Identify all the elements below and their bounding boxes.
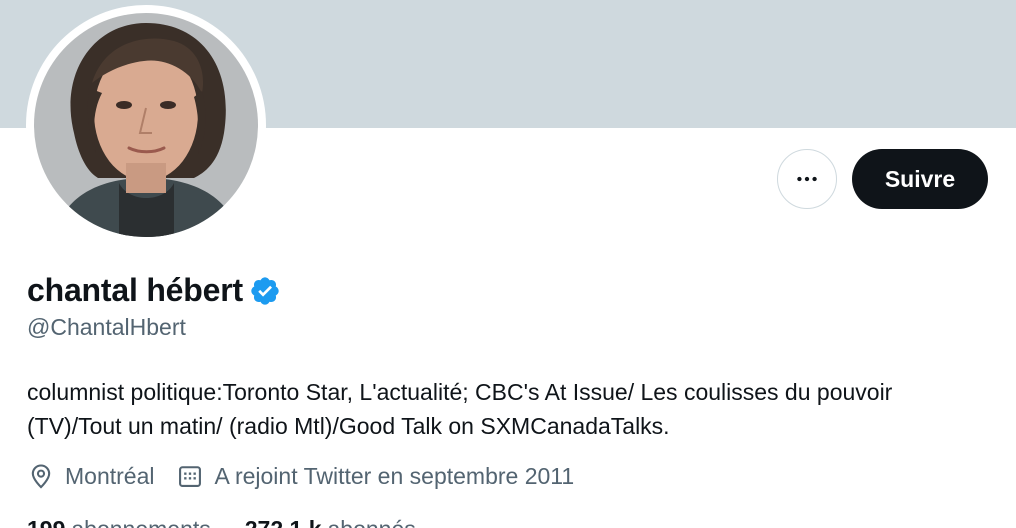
location-pin-icon — [31, 464, 51, 489]
joined-text: A rejoint Twitter en septembre 2011 — [214, 462, 575, 489]
profile-bio: columnist politique:Toronto Star, L'actu… — [27, 379, 893, 439]
following-count: 199 — [27, 516, 65, 528]
followers-link[interactable]: 272,1 k abonnés — [245, 516, 416, 528]
followers-label: abonnés — [328, 516, 416, 528]
profile-meta: Montréal A rejoint Twitter en septembre … — [27, 462, 596, 490]
profile-handle: @ChantalHbert — [27, 314, 186, 340]
profile-name-row: chantal hébert — [27, 272, 281, 309]
location-text: Montréal — [65, 462, 155, 489]
more-horizontal-icon — [797, 176, 817, 182]
avatar[interactable] — [34, 13, 258, 237]
joined-item: A rejoint Twitter en septembre 2011 — [176, 462, 574, 490]
follow-button[interactable]: Suivre — [852, 149, 988, 209]
location-item: Montréal — [27, 462, 154, 490]
following-link[interactable]: 199 abonnements — [27, 516, 211, 528]
verified-badge-icon[interactable] — [249, 275, 281, 307]
avatar-photo — [34, 13, 258, 237]
display-name: chantal hébert — [27, 272, 243, 308]
calendar-icon — [179, 466, 202, 487]
following-label: abonnements — [71, 516, 210, 528]
avatar-frame — [26, 5, 266, 245]
more-options-button[interactable] — [777, 149, 837, 209]
profile-stats: 199 abonnements 272,1 k abonnés — [27, 516, 450, 528]
followers-count: 272,1 k — [245, 516, 322, 528]
